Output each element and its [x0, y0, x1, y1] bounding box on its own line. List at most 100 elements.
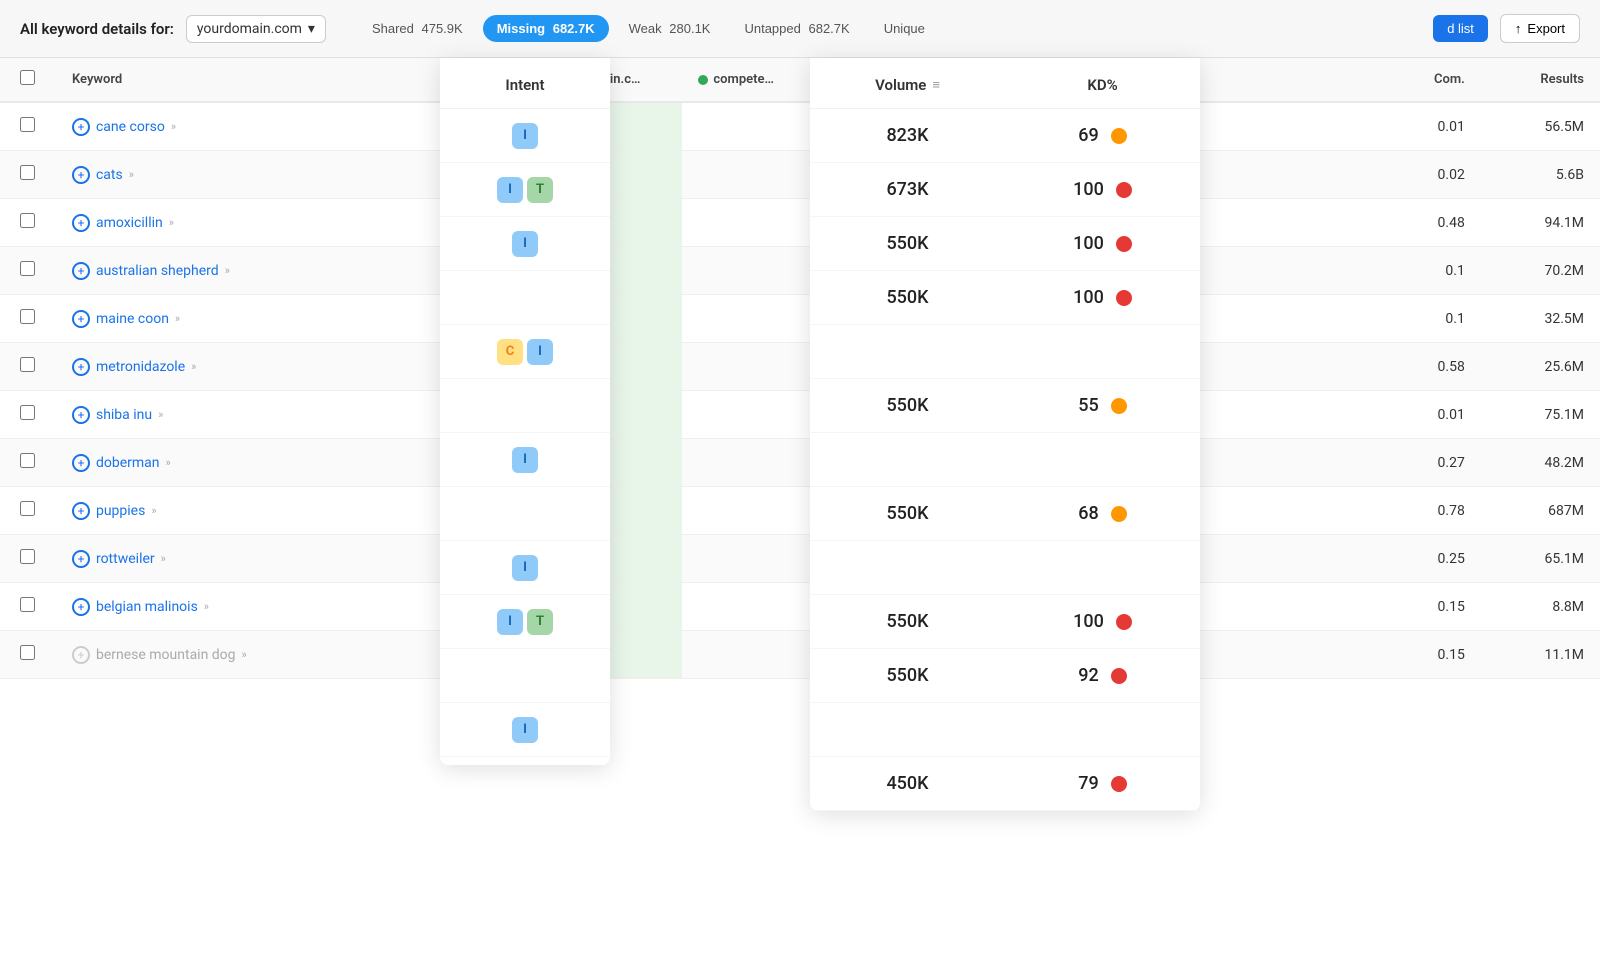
table-row: + puppies » 00.78687M: [0, 487, 1600, 535]
row-checkbox[interactable]: [20, 501, 35, 516]
row-checkbox[interactable]: [20, 405, 35, 420]
plus-icon[interactable]: +: [72, 262, 90, 280]
badge-I: I: [512, 123, 538, 149]
plus-icon[interactable]: +: [72, 406, 90, 424]
keyword-text: australian shepherd: [96, 263, 219, 279]
competitor-cell: [682, 295, 810, 343]
row-checkbox[interactable]: [20, 645, 35, 660]
row-checkbox[interactable]: [20, 213, 35, 228]
row-checkbox-cell[interactable]: [0, 487, 56, 535]
row-checkbox[interactable]: [20, 549, 35, 564]
row-checkbox[interactable]: [20, 117, 35, 132]
competitor-col-header[interactable]: compete…: [682, 58, 810, 102]
page-container: All keyword details for: yourdomain.com …: [0, 0, 1600, 979]
row-checkbox[interactable]: [20, 309, 35, 324]
row-checkbox-cell[interactable]: [0, 535, 56, 583]
row-checkbox-cell[interactable]: [0, 343, 56, 391]
competitor-cell: [682, 631, 810, 679]
tab-shared[interactable]: Shared 475.9K: [358, 15, 477, 42]
keyword-link[interactable]: + maine coon »: [72, 310, 302, 328]
row-checkbox-cell[interactable]: [0, 199, 56, 247]
row-checkbox[interactable]: [20, 453, 35, 468]
kd-value: 100: [1005, 601, 1200, 642]
keyword-link[interactable]: + bernese mountain dog »: [72, 646, 302, 664]
plus-icon[interactable]: +: [72, 598, 90, 616]
kd-header[interactable]: KD%: [1005, 58, 1200, 108]
keyword-link[interactable]: + belgian malinois »: [72, 598, 302, 616]
row-checkbox-cell[interactable]: [0, 102, 56, 151]
keyword-link[interactable]: + australian shepherd »: [72, 262, 302, 280]
tab-unique[interactable]: Unique: [870, 15, 939, 42]
plus-icon[interactable]: +: [72, 118, 90, 136]
badge-I: I: [512, 231, 538, 257]
keyword-link[interactable]: + amoxicillin »: [72, 214, 302, 232]
volume-overlay-rows: 823K 69 673K100550K100550K100550K55550K6…: [810, 109, 1200, 811]
kd-value: [1005, 450, 1200, 470]
tab-missing[interactable]: Missing 682.7K: [483, 15, 609, 42]
keyword-link[interactable]: + shiba inu »: [72, 406, 302, 424]
plus-icon[interactable]: +: [72, 358, 90, 376]
keyword-link[interactable]: + cats »: [72, 166, 302, 184]
row-checkbox[interactable]: [20, 261, 35, 276]
results-cell: 8.8M: [1481, 583, 1600, 631]
competitor-cell: [682, 535, 810, 583]
export-button[interactable]: ↑ Export: [1500, 14, 1580, 43]
keyword-text: belgian malinois: [96, 599, 198, 615]
intent-overlay-row: I: [440, 217, 610, 271]
keyword-col-header[interactable]: Keyword: [56, 58, 318, 102]
tab-weak[interactable]: Weak 280.1K: [615, 15, 725, 42]
com-col-header[interactable]: Com.: [1386, 58, 1481, 102]
plus-icon[interactable]: +: [72, 166, 90, 184]
volume-value: 550K: [810, 655, 1005, 696]
keyword-text: doberman: [96, 455, 160, 471]
row-checkbox-cell[interactable]: [0, 439, 56, 487]
plus-icon[interactable]: +: [72, 550, 90, 568]
plus-icon[interactable]: +: [72, 646, 90, 664]
volume-value: 550K: [810, 277, 1005, 318]
results-col-header[interactable]: Results: [1481, 58, 1600, 102]
row-checkbox-cell[interactable]: [0, 391, 56, 439]
kd-cell: [1231, 102, 1386, 151]
intent-badges: I: [512, 231, 538, 257]
keyword-link[interactable]: + cane corso »: [72, 118, 302, 136]
select-all-checkbox[interactable]: [20, 70, 35, 85]
volume-sort-icon[interactable]: ≡: [932, 77, 940, 93]
kd-col-header[interactable]: [1231, 58, 1386, 102]
volume-header[interactable]: Volume ≡: [810, 58, 1005, 108]
competitor-pill: compete…: [698, 72, 774, 87]
chevron-right-icon: »: [161, 552, 166, 565]
row-checkbox[interactable]: [20, 597, 35, 612]
intent-badges: IT: [497, 177, 553, 203]
kd-cell: [1231, 391, 1386, 439]
competitor-cell: [682, 199, 810, 247]
row-checkbox-cell[interactable]: [0, 247, 56, 295]
com-cell: 0.1: [1386, 295, 1481, 343]
kd-value: [1005, 558, 1200, 578]
keyword-link[interactable]: + rottweiler »: [72, 550, 302, 568]
plus-icon[interactable]: +: [72, 310, 90, 328]
kd-cell: [1231, 295, 1386, 343]
keyword-link[interactable]: + puppies »: [72, 502, 302, 520]
row-checkbox-cell[interactable]: [0, 583, 56, 631]
row-checkbox-cell[interactable]: [0, 151, 56, 199]
badge-I: I: [497, 609, 523, 635]
domain-selector[interactable]: yourdomain.com ▾: [186, 15, 326, 43]
row-checkbox[interactable]: [20, 357, 35, 372]
keyword-link[interactable]: + metronidazole »: [72, 358, 302, 376]
competitor-cell: [682, 439, 810, 487]
intent-overlay-row: IT: [440, 595, 610, 649]
select-all-col[interactable]: [0, 58, 56, 102]
tab-group: Shared 475.9K Missing 682.7K Weak 280.1K…: [358, 15, 939, 42]
row-checkbox-cell[interactable]: [0, 631, 56, 679]
keyword-link[interactable]: + doberman »: [72, 454, 302, 472]
plus-icon[interactable]: +: [72, 502, 90, 520]
row-checkbox[interactable]: [20, 165, 35, 180]
add-list-button[interactable]: d list: [1433, 15, 1488, 42]
intent-badges: I: [512, 555, 538, 581]
plus-icon[interactable]: +: [72, 214, 90, 232]
results-cell: 75.1M: [1481, 391, 1600, 439]
tab-untapped[interactable]: Untapped 682.7K: [730, 15, 863, 42]
row-checkbox-cell[interactable]: [0, 295, 56, 343]
plus-icon[interactable]: +: [72, 454, 90, 472]
badge-I: I: [512, 447, 538, 473]
